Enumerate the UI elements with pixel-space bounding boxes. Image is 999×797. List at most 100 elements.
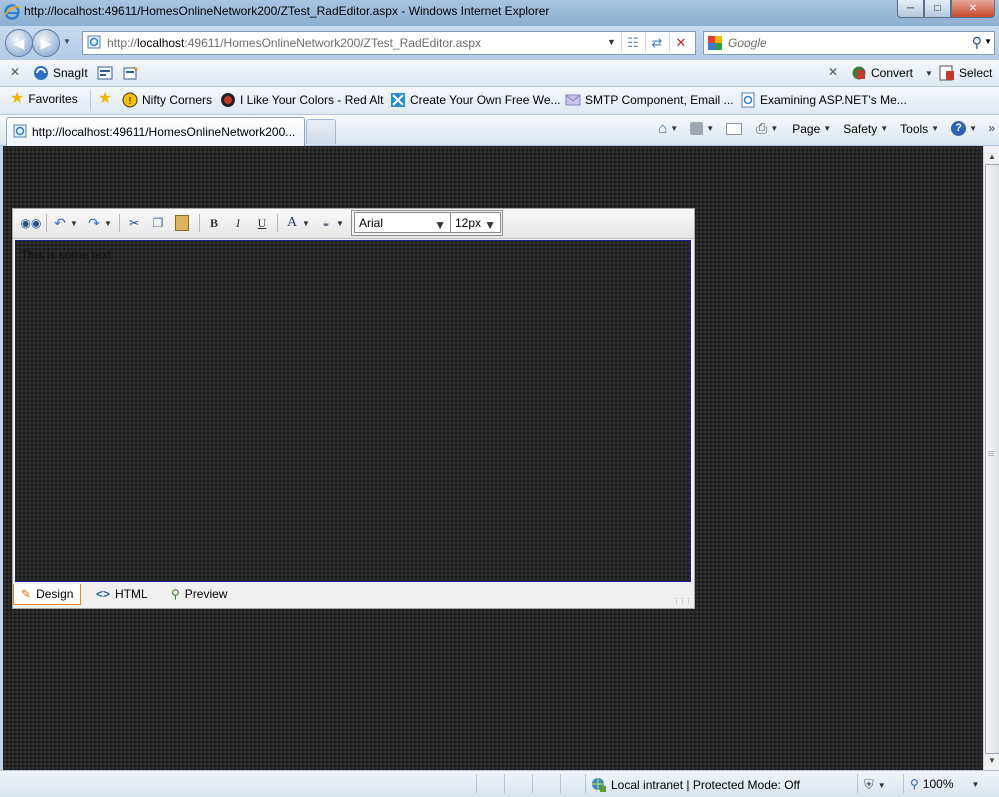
convert-button[interactable]: Convert ▼ <box>851 65 933 81</box>
scroll-down-icon[interactable]: ▼ <box>984 752 999 768</box>
tools-dropdown-icon: ▼ <box>931 124 940 133</box>
minimize-button[interactable]: ─ <box>897 0 924 18</box>
search-icon[interactable]: ⚲ <box>972 34 982 51</box>
snagit-capture-button[interactable] <box>97 65 113 81</box>
forward-button[interactable]: ▶ <box>32 29 60 57</box>
editor-text[interactable]: This is some text <box>21 248 111 262</box>
snagit-icon <box>34 66 48 80</box>
zoom-icon: ⚲ <box>910 777 919 791</box>
redo-button[interactable]: ↷ <box>85 214 103 232</box>
bold-button[interactable]: B <box>205 214 223 232</box>
favorite-link-create-free[interactable]: Create Your Own Free We... <box>390 92 561 108</box>
address-bar[interactable]: http://localhost:49611/HomesOnlineNetwor… <box>82 31 696 55</box>
snagit-button[interactable]: SnagIt <box>33 65 88 81</box>
add-favorite-icon: ★ <box>98 90 113 107</box>
snagit-edit-button[interactable] <box>123 65 139 81</box>
new-tab-button[interactable] <box>306 119 336 144</box>
security-zone[interactable]: Local intranet | Protected Mode: Off <box>591 777 800 793</box>
print-dropdown-icon[interactable]: ▼ <box>770 124 778 133</box>
select-button[interactable]: Select <box>939 65 992 81</box>
compatibility-view-button[interactable]: ☷ <box>621 33 644 53</box>
close-button[interactable]: ✕ <box>951 0 995 18</box>
help-button[interactable]: ? ▼ <box>951 121 977 136</box>
nifty-corners-icon: ! <box>122 92 138 108</box>
search-placeholder: Google <box>728 36 767 50</box>
safety-menu-button[interactable]: Safety ▼ <box>843 122 888 136</box>
stop-button[interactable]: ✕ <box>669 33 692 53</box>
protected-mode-button[interactable]: ⛨ ▼ <box>864 777 886 793</box>
favorites-button[interactable]: ★ Favorites <box>10 91 78 107</box>
cut-button[interactable]: ✂ <box>125 214 143 232</box>
zoom-level: 100% <box>922 777 954 791</box>
fore-color-dropdown-icon: ▼ <box>302 218 310 228</box>
command-bar: ⌂ ▼ ▼ ⎙ ▼ Page ▼ Safety ▼ Tools ▼ ? ▼ <box>658 120 977 137</box>
font-size-select[interactable]: 12px ▼ <box>450 212 501 233</box>
convert-dropdown-icon[interactable]: ▼ <box>925 69 933 78</box>
editor-content-area[interactable]: This is some text <box>15 240 691 582</box>
safety-menu-label: Safety <box>843 121 878 136</box>
help-dropdown-icon[interactable]: ▼ <box>969 124 977 133</box>
address-dropdown-icon[interactable]: ▼ <box>607 37 616 47</box>
close-toolbar-icon[interactable]: ✕ <box>10 65 20 79</box>
toolbar-separator <box>277 214 278 232</box>
home-button[interactable]: ⌂ ▼ <box>658 120 678 137</box>
favorite-link-smtp[interactable]: SMTP Component, Email ... <box>565 92 734 108</box>
maximize-button[interactable]: □ <box>924 0 951 18</box>
favorite-link-examining[interactable]: Examining ASP.NET's Me... <box>740 92 907 108</box>
preview-mode-tab[interactable]: ⚲ Preview <box>171 584 227 604</box>
favorite-link-nifty-corners[interactable]: ! Nifty Corners <box>122 92 212 108</box>
font-name-select[interactable]: Arial ▼ <box>354 212 451 233</box>
italic-button[interactable]: I <box>229 214 247 232</box>
add-to-favorites-bar-button[interactable]: ★ <box>98 90 113 107</box>
back-color-button[interactable]: ◒ <box>317 214 335 232</box>
zoom-button[interactable]: ⚲ 100% ▼ <box>910 777 979 791</box>
minimize-icon: ─ <box>906 3 915 14</box>
toolbar-separator <box>199 214 200 232</box>
print-button[interactable]: ⎙ ▼ <box>756 120 778 137</box>
redo-dropdown[interactable]: ▼ <box>104 214 112 232</box>
shield-icon: ⛨ <box>864 777 874 792</box>
google-icon <box>708 36 722 50</box>
search-options-dropdown[interactable]: ▼ <box>984 37 992 46</box>
binoculars-icon: ◉◉ <box>20 216 42 230</box>
html-mode-tab[interactable]: <> HTML <box>96 584 148 604</box>
fore-color-dropdown[interactable]: ▼ <box>302 214 310 232</box>
recent-pages-dropdown[interactable]: ▼ <box>63 37 71 46</box>
colour-lovers-icon <box>221 93 235 107</box>
vertical-scrollbar[interactable]: ▲ — — — ▼ <box>983 146 999 770</box>
copy-button[interactable]: ❐ <box>149 214 167 232</box>
italic-icon: I <box>236 215 240 230</box>
fore-color-button[interactable]: A <box>283 214 301 232</box>
underline-button[interactable]: U <box>253 214 271 232</box>
undo-dropdown[interactable]: ▼ <box>70 214 78 232</box>
feeds-button[interactable]: ▼ <box>690 122 714 135</box>
resize-grip-icon[interactable]: ⋮⋮⋮ <box>673 597 692 605</box>
feeds-dropdown-icon[interactable]: ▼ <box>706 124 714 133</box>
edit-capture-icon <box>123 66 138 80</box>
read-mail-button[interactable] <box>726 122 743 135</box>
paste-button[interactable] <box>173 214 191 232</box>
url-rest: :49611/HomesOnlineNetwork200/ZTest_RadEd… <box>184 36 482 50</box>
favorite-link-colors[interactable]: I Like Your Colors - Red Alt <box>220 92 383 108</box>
tab-active[interactable]: http://localhost:49611/HomesOnlineNetwor… <box>6 117 305 146</box>
home-dropdown-icon[interactable]: ▼ <box>670 124 678 133</box>
design-mode-tab[interactable]: ✎ Design <box>13 584 82 605</box>
back-button[interactable]: ◀ <box>5 29 33 57</box>
page-icon <box>87 35 101 49</box>
undo-button[interactable]: ↶ <box>51 214 69 232</box>
address-url[interactable]: http://localhost:49611/HomesOnlineNetwor… <box>107 36 481 50</box>
scrollbar-thumb[interactable] <box>985 164 999 754</box>
scroll-up-icon[interactable]: ▲ <box>984 148 999 164</box>
back-color-dropdown[interactable]: ▼ <box>336 214 344 232</box>
close-convert-toolbar-icon[interactable]: ✕ <box>828 65 838 79</box>
zoom-dropdown-icon: ▼ <box>971 779 980 789</box>
editor-mode-bar: ✎ Design <> HTML ⚲ Preview ⋮⋮⋮ <box>13 583 694 608</box>
find-replace-button[interactable]: ◉◉ <box>20 214 42 232</box>
search-box[interactable]: Google ⚲ ▼ <box>703 31 995 55</box>
toolbar-overflow-icon[interactable]: » <box>988 121 995 135</box>
tools-menu-button[interactable]: Tools ▼ <box>900 122 939 136</box>
code-icon: <> <box>96 587 111 601</box>
compatibility-view-icon: ☷ <box>627 35 639 50</box>
refresh-button[interactable]: ⇄ <box>645 33 668 53</box>
page-menu-button[interactable]: Page ▼ <box>792 122 831 136</box>
